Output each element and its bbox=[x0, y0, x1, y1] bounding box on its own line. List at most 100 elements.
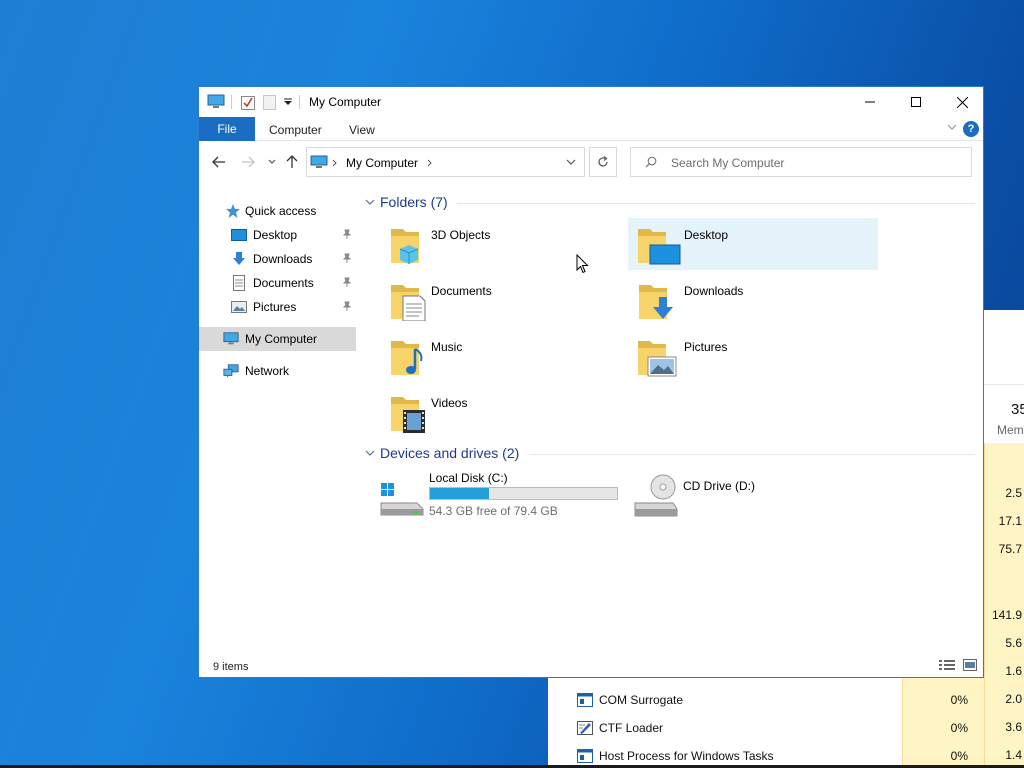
recent-locations-button[interactable] bbox=[264, 154, 280, 170]
folder-desktop[interactable]: Desktop bbox=[628, 218, 878, 270]
ctf-loader-icon bbox=[577, 721, 593, 735]
document-icon bbox=[233, 275, 245, 291]
cd-drive-icon bbox=[634, 474, 678, 517]
minimize-icon bbox=[865, 101, 875, 103]
pin-icon[interactable] bbox=[342, 253, 352, 263]
nav-downloads[interactable]: Downloads bbox=[199, 247, 356, 271]
search-icon bbox=[645, 156, 657, 168]
close-icon bbox=[956, 96, 968, 108]
documents-folder-icon bbox=[391, 285, 426, 321]
devices-group-header[interactable]: Devices and drives (2) bbox=[365, 444, 977, 464]
nav-label: My Computer bbox=[245, 332, 318, 346]
large-icons-view-icon[interactable] bbox=[963, 659, 977, 671]
minimize-button[interactable] bbox=[847, 87, 893, 117]
customize-toolbar-dropdown-icon[interactable] bbox=[284, 98, 292, 106]
file-explorer-window: My Computer File Computer View ? My Comp… bbox=[198, 86, 984, 678]
nav-label: Network bbox=[245, 364, 290, 378]
navigation-pane: Quick access Desktop Downloads Documents… bbox=[199, 195, 359, 378]
refresh-button[interactable] bbox=[589, 147, 617, 177]
computer-icon bbox=[223, 332, 239, 345]
com-surrogate-icon bbox=[577, 693, 593, 707]
local-disk-icon bbox=[380, 483, 424, 516]
search-input[interactable]: Search My Computer bbox=[630, 147, 972, 177]
memory-column-header[interactable]: Mem bbox=[997, 423, 1024, 437]
drive-label: CD Drive (D:) bbox=[683, 479, 755, 493]
memory-column: 2.5 17.1 75.7 141.9 5.6 1.6 2.0 3.6 1.4 bbox=[984, 443, 1024, 768]
pin-icon[interactable] bbox=[342, 277, 352, 287]
nav-desktop[interactable]: Desktop bbox=[199, 223, 356, 247]
forward-arrow-icon bbox=[242, 156, 255, 168]
pin-icon[interactable] bbox=[342, 229, 352, 239]
host-process-icon bbox=[577, 749, 593, 763]
memory-cell: 1.6 bbox=[1005, 664, 1022, 678]
folder-downloads[interactable]: Downloads bbox=[628, 274, 878, 326]
downloads-folder-icon bbox=[639, 285, 673, 319]
computer-icon bbox=[310, 155, 328, 168]
videos-folder-icon bbox=[391, 397, 425, 433]
window-title: My Computer bbox=[309, 95, 382, 109]
folder-label: 3D Objects bbox=[431, 228, 491, 242]
folder-documents[interactable]: Documents bbox=[381, 274, 631, 326]
tab-file[interactable]: File bbox=[199, 117, 255, 141]
folder-music[interactable]: Music bbox=[381, 330, 631, 382]
folder-pictures[interactable]: Pictures bbox=[628, 330, 878, 382]
memory-cell: 2.0 bbox=[1005, 692, 1022, 706]
folder-label: Videos bbox=[431, 396, 468, 410]
download-arrow-icon bbox=[233, 252, 245, 265]
memory-cell: 2.5 bbox=[1005, 486, 1022, 500]
properties-icon[interactable] bbox=[241, 94, 255, 110]
close-button[interactable] bbox=[939, 87, 985, 117]
folder-label: Documents bbox=[431, 284, 492, 298]
nav-quick-access[interactable]: Quick access bbox=[199, 199, 356, 223]
nav-my-computer[interactable]: My Computer bbox=[199, 327, 356, 351]
folder-3d-objects[interactable]: 3D Objects bbox=[381, 218, 631, 270]
folder-videos[interactable]: Videos bbox=[381, 386, 631, 438]
star-icon bbox=[226, 204, 240, 218]
memory-cell: 141.9 bbox=[991, 608, 1022, 622]
memory-cell: 1.4 bbox=[1005, 748, 1022, 762]
memory-cell: 5.6 bbox=[1005, 636, 1022, 650]
process-name: CTF Loader bbox=[599, 721, 664, 735]
nav-network[interactable]: Network bbox=[199, 359, 356, 383]
music-folder-icon bbox=[391, 341, 423, 375]
breadcrumb[interactable]: My Computer bbox=[346, 156, 418, 170]
tab-view[interactable]: View bbox=[349, 123, 375, 137]
nav-label: Desktop bbox=[253, 228, 298, 242]
maximize-button[interactable] bbox=[893, 87, 939, 117]
search-placeholder: Search My Computer bbox=[671, 156, 785, 170]
nav-pictures[interactable]: Pictures bbox=[199, 295, 356, 319]
nav-label: Documents bbox=[253, 276, 314, 290]
memory-cell: 75.7 bbox=[998, 542, 1022, 556]
drive-usage-fill bbox=[430, 488, 490, 499]
process-row[interactable]: COM Surrogate 0% bbox=[548, 686, 984, 714]
title-bar[interactable]: My Computer bbox=[199, 87, 983, 117]
network-icon bbox=[223, 364, 239, 378]
up-button[interactable] bbox=[284, 154, 300, 170]
desktop-icon bbox=[231, 229, 247, 241]
collapse-chevron-icon bbox=[365, 199, 375, 205]
address-history-button[interactable] bbox=[557, 148, 585, 176]
breadcrumb-chevron-icon[interactable] bbox=[427, 159, 433, 167]
drive-c[interactable]: Local Disk (C:) 54.3 GB free of 79.4 GB bbox=[379, 471, 624, 531]
tab-computer[interactable]: Computer bbox=[269, 123, 322, 137]
folders-group-header[interactable]: Folders (7) bbox=[365, 193, 977, 213]
new-folder-icon[interactable] bbox=[263, 94, 277, 110]
divider bbox=[457, 203, 975, 204]
process-row[interactable]: CTF Loader 0% bbox=[548, 714, 984, 742]
expand-ribbon-icon[interactable] bbox=[947, 123, 957, 131]
address-bar[interactable]: My Computer bbox=[306, 147, 585, 177]
memory-total-percent: 35 bbox=[1011, 401, 1024, 418]
details-view-icon[interactable] bbox=[939, 659, 955, 671]
forward-button[interactable] bbox=[240, 154, 256, 170]
process-cpu: 0% bbox=[950, 749, 968, 763]
pin-icon[interactable] bbox=[342, 301, 352, 311]
drive-d[interactable]: CD Drive (D:) bbox=[633, 473, 833, 533]
breadcrumb-chevron-icon[interactable] bbox=[332, 159, 338, 167]
folder-label: Music bbox=[431, 340, 463, 354]
group-title: Devices and drives (2) bbox=[380, 445, 520, 461]
back-button[interactable] bbox=[211, 154, 227, 170]
chevron-down-icon bbox=[268, 159, 276, 164]
divider bbox=[529, 454, 975, 455]
nav-documents[interactable]: Documents bbox=[199, 271, 356, 295]
help-icon[interactable]: ? bbox=[963, 121, 979, 137]
